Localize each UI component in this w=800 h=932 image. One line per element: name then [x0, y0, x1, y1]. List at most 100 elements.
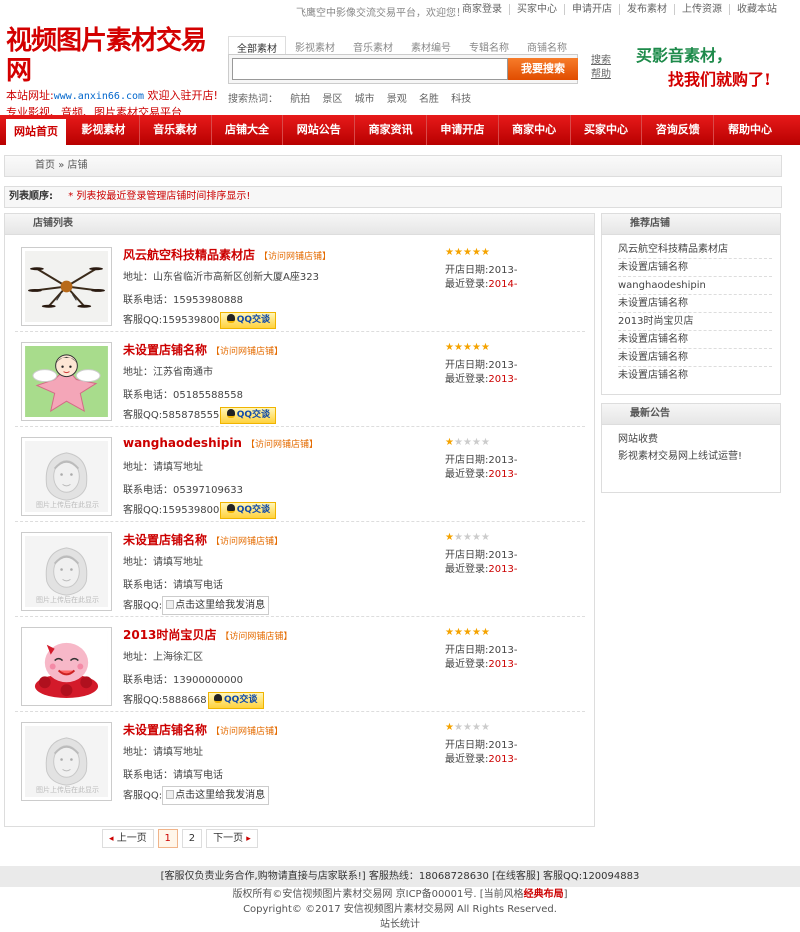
nav-video[interactable]: 影视素材 — [68, 115, 140, 145]
search-input[interactable] — [232, 58, 508, 80]
nav-buyer-center[interactable]: 买家中心 — [571, 115, 643, 145]
shop-thumbnail[interactable] — [21, 247, 112, 326]
search-tab-music[interactable]: 音乐素材 — [344, 36, 402, 54]
nav-music[interactable]: 音乐素材 — [140, 115, 212, 145]
search-button[interactable]: 我要搜索 — [508, 58, 578, 80]
top-link-merchant-login[interactable]: 商家登录 — [455, 4, 509, 15]
notice-item[interactable]: 网站收费 — [618, 431, 772, 448]
shop-name-link[interactable]: 未设置店铺名称 — [123, 723, 207, 737]
notice-item[interactable]: 影视素材交易网上线试运营! — [618, 448, 772, 465]
shop-name-link[interactable]: 2013时尚宝贝店 — [123, 628, 216, 642]
top-link-buyer-center[interactable]: 买家中心 — [509, 4, 564, 15]
shop-name-link[interactable]: 未设置店铺名称 — [123, 533, 207, 547]
shop-address: 地址：请填写地址 — [123, 553, 203, 568]
footer-style-link[interactable]: 经典布局 — [524, 889, 564, 900]
nav-shops[interactable]: 店铺大全 — [212, 115, 284, 145]
qq-chat-button[interactable]: QQ交谈 — [220, 501, 277, 519]
nav-merchant-center[interactable]: 商家中心 — [499, 115, 571, 145]
recommended-item[interactable]: 风云航空科技精品素材店 — [618, 241, 772, 259]
page-1[interactable]: 1 — [157, 829, 178, 848]
qq-chat-button[interactable]: QQ交谈 — [220, 406, 277, 424]
nav-notices[interactable]: 网站公告 — [283, 115, 356, 145]
phone-label: 联系电话： — [123, 580, 173, 591]
placeholder-caption: 图片上传后在此显示 — [36, 786, 99, 794]
footer-copyright: 版权所有©安信视频图片素材交易网 京ICP备00001号. [当前风格经典布局] — [0, 887, 800, 902]
star-icon: ★ — [454, 342, 463, 353]
shop-qq: 客服QQ:585878555 QQ交谈 — [123, 406, 277, 424]
top-link-bookmark[interactable]: 收藏本站 — [729, 4, 784, 15]
nav-help[interactable]: 帮助中心 — [714, 115, 786, 145]
hot-word[interactable]: 景观 — [387, 94, 407, 105]
arrow-left-icon: ◂ — [109, 834, 114, 844]
main-nav: 网站首页 影视素材 音乐素材 店铺大全 网站公告 商家资讯 申请开店 商家中心 … — [0, 115, 800, 145]
top-link-publish[interactable]: 发布素材 — [619, 4, 674, 15]
star-icon: ★ — [481, 532, 490, 543]
qq-penguin-icon — [214, 693, 223, 703]
hot-word[interactable]: 航拍 — [290, 94, 310, 105]
phone-value: 05185588558 — [173, 390, 243, 401]
star-icon: ★ — [472, 437, 481, 448]
search-tab-all[interactable]: 全部素材 — [228, 36, 286, 55]
breadcrumb-home[interactable]: 首页 — [35, 160, 55, 171]
recommended-item[interactable]: 未设置店铺名称 — [618, 331, 772, 349]
qq-penguin-icon — [226, 503, 235, 513]
recommended-item[interactable]: 2013时尚宝贝店 — [618, 313, 772, 331]
qq-chat-button[interactable]: QQ交谈 — [207, 691, 264, 709]
visit-shop-link[interactable]: 【访问网铺店铺】 — [220, 632, 292, 642]
search-tab-code[interactable]: 素材编号 — [402, 36, 460, 54]
visit-shop-link[interactable]: 【访问网铺店铺】 — [246, 440, 318, 450]
qq-chat-button[interactable]: QQ交谈 — [220, 311, 277, 329]
nav-apply-shop[interactable]: 申请开店 — [427, 115, 499, 145]
visit-shop-link[interactable]: 【访问网铺店铺】 — [259, 252, 331, 262]
qq-message-link[interactable]: 点击这里给我发消息 — [162, 786, 270, 805]
phone-label: 联系电话： — [123, 485, 173, 496]
recommended-item[interactable]: 未设置店铺名称 — [618, 295, 772, 313]
visit-shop-link[interactable]: 【访问网铺店铺】 — [211, 727, 283, 737]
recommended-item[interactable]: wanghaodeshipin — [618, 277, 772, 295]
visit-shop-link[interactable]: 【访问网铺店铺】 — [211, 347, 283, 357]
recommended-item[interactable]: 未设置店铺名称 — [618, 349, 772, 367]
hot-word[interactable]: 景区 — [322, 94, 342, 105]
last-label: 最近登录: — [445, 469, 489, 480]
hot-word[interactable]: 科技 — [451, 94, 471, 105]
prev-page-button[interactable]: ◂ 上一页 — [102, 829, 154, 848]
shop-thumbnail[interactable]: 图片上传后在此显示 — [21, 437, 112, 516]
shop-thumbnail[interactable]: 图片上传后在此显示 — [21, 722, 112, 801]
visit-shop-link[interactable]: 【访问网铺店铺】 — [211, 537, 283, 547]
star-icon: ★ — [463, 342, 472, 353]
site-logo[interactable]: 视频图片素材交易网 本站网址:www.anxin66.com 欢迎入驻开店! 专… — [6, 26, 226, 120]
shop-name-link[interactable]: 未设置店铺名称 — [123, 343, 207, 357]
shop-thumbnail[interactable] — [21, 627, 112, 706]
page-2[interactable]: 2 — [181, 829, 203, 848]
shop-image — [25, 346, 108, 417]
sort-bar: 列表顺序: * 列表按最近登录管理店铺时间排序显示! — [4, 186, 782, 208]
shop-rating: ★ ★ ★ ★ ★ — [445, 342, 490, 353]
shop-open-date: 开店日期:2013- — [445, 261, 517, 276]
qq-message-label: 点击这里给我发消息 — [175, 790, 266, 801]
next-page-button[interactable]: 下一页 ▸ — [206, 829, 258, 848]
search-tab-shop[interactable]: 商铺名称 — [518, 36, 576, 54]
shop-address: 地址：请填写地址 — [123, 458, 203, 473]
footer-contact-bar: [客服仅负责业务合作,购物请直接与店家联系!] 客服热线：18068728630… — [0, 866, 800, 887]
shop-thumbnail[interactable] — [21, 342, 112, 421]
shop-thumbnail[interactable]: 图片上传后在此显示 — [21, 532, 112, 611]
nav-home[interactable]: 网站首页 — [6, 119, 66, 145]
search-tab-album[interactable]: 专辑名称 — [460, 36, 518, 54]
recommended-item[interactable]: 未设置店铺名称 — [618, 259, 772, 277]
top-link-upload[interactable]: 上传资源 — [674, 4, 729, 15]
shop-rating: ★ ★ ★ ★ ★ — [445, 532, 490, 543]
nav-feedback[interactable]: 咨询反馈 — [642, 115, 715, 145]
nav-merchant-news[interactable]: 商家资讯 — [355, 115, 427, 145]
search-help-link[interactable]: 搜索 帮助 — [591, 54, 611, 82]
hot-word[interactable]: 名胜 — [419, 94, 439, 105]
footer-rights: Copyright© ©2017 安信视频图片素材交易网 All Rights … — [243, 904, 557, 915]
star-icon: ★ — [454, 437, 463, 448]
search-tab-video[interactable]: 影视素材 — [286, 36, 344, 54]
shop-name-link[interactable]: 风云航空科技精品素材店 — [123, 248, 255, 262]
last-label: 最近登录: — [445, 374, 489, 385]
qq-message-link[interactable]: 点击这里给我发消息 — [162, 596, 270, 615]
top-link-open-shop[interactable]: 申请开店 — [564, 4, 619, 15]
shop-name-link[interactable]: wanghaodeshipin — [123, 436, 242, 450]
recommended-item[interactable]: 未设置店铺名称 — [618, 367, 772, 384]
hot-word[interactable]: 城市 — [355, 94, 375, 105]
